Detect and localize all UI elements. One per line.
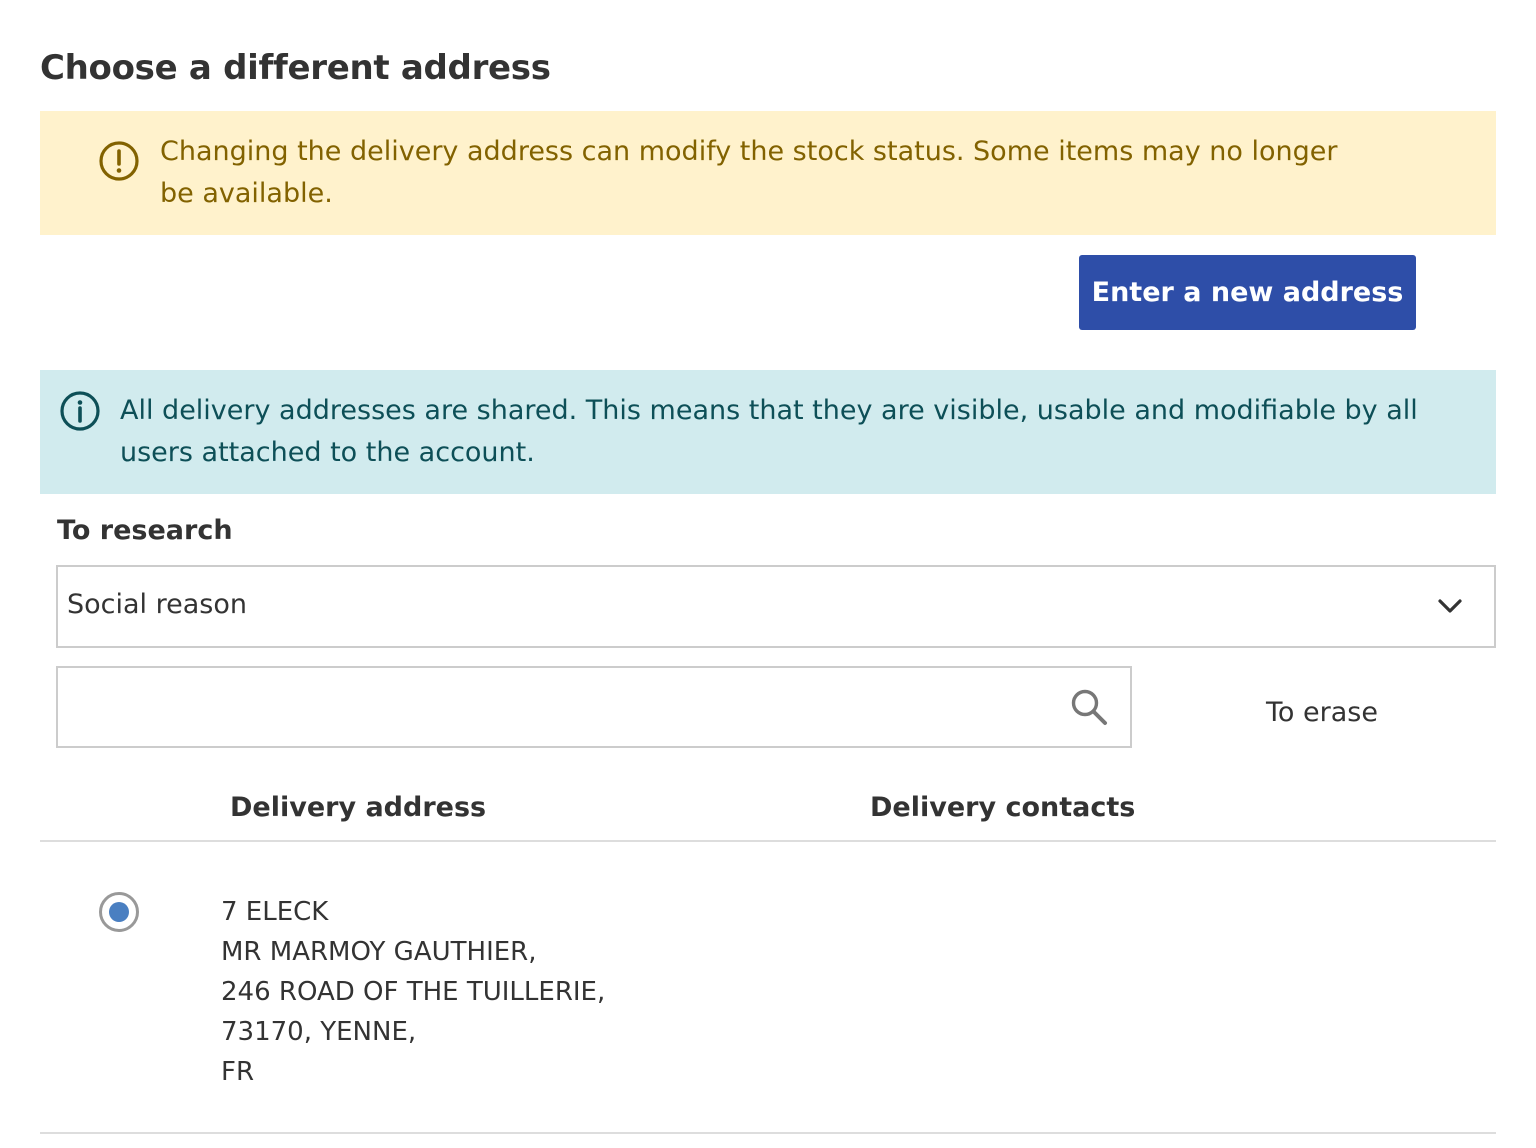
column-header-delivery-address: Delivery address [230, 792, 487, 823]
exclamation-circle-icon [99, 141, 139, 181]
search-field-select[interactable]: Social reason [56, 565, 1496, 648]
enter-new-address-button[interactable]: Enter a new address [1079, 255, 1416, 330]
address-table-header: Delivery address Delivery contacts [40, 780, 1496, 842]
shared-addresses-info-alert: All delivery addresses are shared. This … [40, 370, 1496, 494]
shared-addresses-info-text: All delivery addresses are shared. This … [120, 395, 1418, 468]
info-circle-icon [60, 391, 100, 431]
chevron-down-icon [1438, 599, 1462, 613]
address-select-radio[interactable] [99, 892, 139, 932]
radio-selected-dot [109, 902, 129, 922]
stock-warning-text: Changing the delivery address can modify… [160, 136, 1338, 209]
address-line-city: 73170, YENNE, [221, 1017, 417, 1047]
search-input[interactable] [66, 672, 1050, 744]
search-icon[interactable] [1069, 687, 1109, 727]
delivery-address: 7 ELECK MR MARMOY GAUTHIER, 246 ROAD OF … [221, 892, 605, 1092]
address-line-contact: MR MARMOY GAUTHIER, [221, 937, 537, 967]
erase-search-button[interactable]: To erase [1266, 697, 1378, 728]
search-field-select-value: Social reason [67, 589, 247, 620]
stock-warning-alert: Changing the delivery address can modify… [40, 111, 1496, 235]
table-row[interactable]: 7 ELECK MR MARMOY GAUTHIER, 246 ROAD OF … [40, 842, 1496, 1134]
address-line-company: 7 ELECK [221, 897, 329, 927]
column-header-delivery-contacts: Delivery contacts [870, 792, 1136, 823]
search-box [56, 666, 1132, 748]
address-line-street: 246 ROAD OF THE TUILLERIE, [221, 977, 606, 1007]
page-title: Choose a different address [40, 48, 551, 88]
search-label: To research [57, 515, 233, 546]
address-line-country: FR [221, 1057, 255, 1087]
